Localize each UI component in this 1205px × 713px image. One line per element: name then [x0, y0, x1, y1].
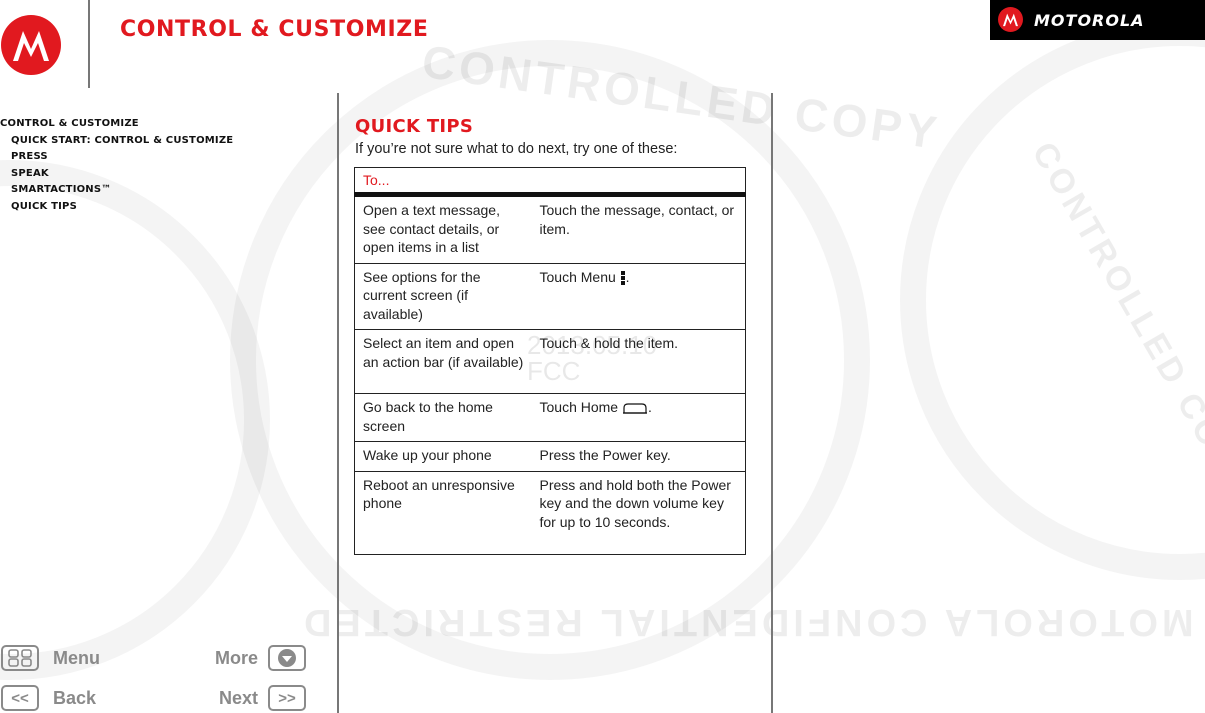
action-suffix: .: [625, 268, 630, 285]
home-icon: [622, 403, 647, 414]
motorola-m-logo-icon: [13, 31, 49, 61]
table-row: Open a text message, see contact details…: [354, 194, 746, 264]
action-cell: Touch the message, contact, or item.: [531, 194, 746, 264]
page-title: CONTROL & CUSTOMIZE: [120, 17, 429, 42]
task-cell: Go back to the home screen: [354, 393, 532, 442]
table-header-row: To...: [354, 167, 746, 197]
next-arrows-icon: >>: [268, 685, 307, 711]
table-row: See options for the current screen (if a…: [354, 263, 746, 330]
quick-tips-table: To... Open a text message, see contact d…: [354, 167, 746, 555]
more-button[interactable]: More: [215, 645, 307, 671]
action-cell: Touch Home .: [531, 393, 746, 442]
brand-logo: [998, 7, 1023, 32]
table-header: To...: [354, 167, 746, 197]
back-button[interactable]: << Back: [1, 685, 96, 711]
task-cell: Wake up your phone: [354, 441, 532, 472]
section-title: QUICK TIPS: [355, 116, 474, 137]
menu-button[interactable]: Menu: [1, 645, 100, 671]
menu-label: Menu: [53, 647, 100, 668]
table-row: Reboot an unresponsive phone Press and h…: [354, 471, 746, 555]
action-suffix: .: [647, 399, 652, 415]
action-text: Touch Menu: [539, 268, 616, 285]
task-cell: Select an item and open an action bar (i…: [354, 329, 532, 394]
toc-item-quick-tips[interactable]: QUICK TIPS: [0, 199, 233, 216]
task-cell: Reboot an unresponsive phone: [354, 471, 532, 555]
next-label: Next: [219, 687, 259, 708]
column-divider-right: [771, 93, 773, 713]
action-text: Touch Home: [539, 399, 619, 415]
task-cell: See options for the current screen (if a…: [354, 263, 532, 330]
action-cell: Touch Menu .: [531, 263, 746, 330]
action-cell: Press and hold both the Power key and th…: [531, 471, 746, 555]
action-cell: Touch & hold the item.: [531, 329, 746, 394]
toc-item-control-customize[interactable]: CONTROL & CUSTOMIZE: [0, 116, 233, 133]
toc-item-press[interactable]: PRESS: [0, 149, 233, 166]
header-divider: [88, 0, 90, 88]
task-cell: Open a text message, see contact details…: [354, 194, 532, 264]
brand-name: MOTOROLA: [1034, 11, 1145, 30]
next-button[interactable]: Next >>: [219, 685, 307, 711]
toc-item-speak[interactable]: SPEAK: [0, 166, 233, 183]
table-row: Select an item and open an action bar (i…: [354, 329, 746, 394]
back-label: Back: [53, 687, 97, 708]
table-row: Wake up your phone Press the Power key.: [354, 441, 746, 472]
toc-item-quick-start[interactable]: QUICK START: CONTROL & CUSTOMIZE: [0, 133, 233, 150]
action-cell: Press the Power key.: [531, 441, 746, 472]
back-arrows-icon: <<: [1, 685, 39, 711]
motorola-brand-bar: MOTOROLA: [990, 0, 1205, 40]
more-dropdown-icon: [268, 645, 307, 671]
more-label: More: [215, 647, 259, 668]
intro-text: If you’re not sure what to do next, try …: [355, 141, 678, 157]
table-of-contents: CONTROL & CUSTOMIZE QUICK START: CONTROL…: [0, 116, 233, 216]
column-divider-left: [337, 93, 339, 713]
motorola-logo: [1, 15, 61, 75]
grid-icon: [1, 645, 39, 671]
table-row: Go back to the home screen Touch Home .: [354, 393, 746, 442]
motorola-m-logo-icon: [1003, 13, 1018, 27]
toc-item-smartactions[interactable]: SMARTACTIONS™: [0, 182, 233, 199]
